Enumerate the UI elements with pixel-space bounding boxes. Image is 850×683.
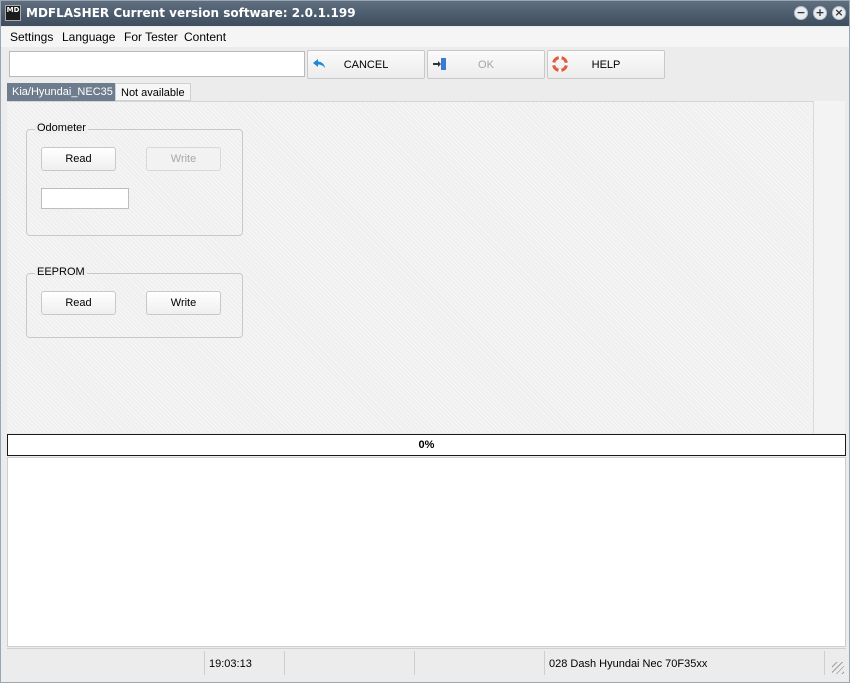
status-cell-device: 028 Dash Hyundai Nec 70F35xx bbox=[545, 651, 825, 675]
progress-bar: 0% bbox=[7, 434, 846, 456]
odometer-write-button[interactable]: Write bbox=[146, 147, 221, 171]
app-logo-icon: MD bbox=[5, 5, 21, 21]
status-device: 028 Dash Hyundai Nec 70F35xx bbox=[549, 658, 708, 670]
eeprom-write-button[interactable]: Write bbox=[146, 291, 221, 315]
odometer-title: Odometer bbox=[35, 122, 88, 134]
menu-bar: Settings Language For Tester Content bbox=[1, 27, 849, 47]
eeprom-title: EEPROM bbox=[35, 266, 87, 278]
title-bar[interactable]: MD MDFLASHER Current version software: 2… bbox=[1, 1, 849, 26]
menu-content[interactable]: Content bbox=[184, 30, 226, 44]
menu-for-tester[interactable]: For Tester bbox=[124, 30, 178, 44]
tab-content-panel: Odometer Read Write EEPROM Read Write bbox=[7, 101, 813, 433]
status-cell-time: 19:03:13 bbox=[205, 651, 285, 675]
tab-kia-hyundai-nec35[interactable]: Kia/Hyundai_NEC35 bbox=[7, 83, 118, 101]
window-title: MDFLASHER Current version software: 2.0.… bbox=[26, 6, 356, 20]
ok-label: OK bbox=[478, 59, 494, 71]
maximize-icon[interactable]: + bbox=[813, 6, 827, 20]
panel-side-strip bbox=[813, 101, 845, 433]
help-label: HELP bbox=[591, 59, 621, 71]
menu-language[interactable]: Language bbox=[62, 30, 115, 44]
resize-grip-icon[interactable] bbox=[832, 662, 844, 674]
eeprom-read-button[interactable]: Read bbox=[41, 291, 116, 315]
tab-not-available[interactable]: Not available bbox=[115, 83, 191, 101]
status-bar: 19:03:13 028 Dash Hyundai Nec 70F35xx bbox=[7, 648, 846, 676]
minimize-icon[interactable]: − bbox=[794, 6, 808, 20]
cancel-label: CANCEL bbox=[343, 59, 389, 71]
odometer-read-button[interactable]: Read bbox=[41, 147, 116, 171]
toolbar: CANCEL OK HELP bbox=[1, 47, 849, 83]
odometer-value-field[interactable] bbox=[41, 188, 129, 209]
status-cell-3 bbox=[285, 651, 415, 675]
cancel-button[interactable]: CANCEL bbox=[307, 50, 425, 79]
main-window: MD MDFLASHER Current version software: 2… bbox=[0, 0, 850, 683]
progress-text: 0% bbox=[418, 439, 435, 451]
status-cell-1 bbox=[7, 651, 205, 675]
command-input[interactable] bbox=[9, 51, 305, 77]
status-time: 19:03:13 bbox=[209, 658, 252, 670]
odometer-group: Odometer Read Write bbox=[26, 122, 243, 236]
help-button[interactable]: HELP bbox=[547, 50, 665, 79]
menu-settings[interactable]: Settings bbox=[10, 30, 53, 44]
ok-button[interactable]: OK bbox=[427, 50, 545, 79]
close-icon[interactable]: × bbox=[832, 6, 846, 20]
status-cell-4 bbox=[415, 651, 545, 675]
eeprom-group: EEPROM Read Write bbox=[26, 266, 243, 338]
log-area[interactable] bbox=[7, 457, 846, 647]
